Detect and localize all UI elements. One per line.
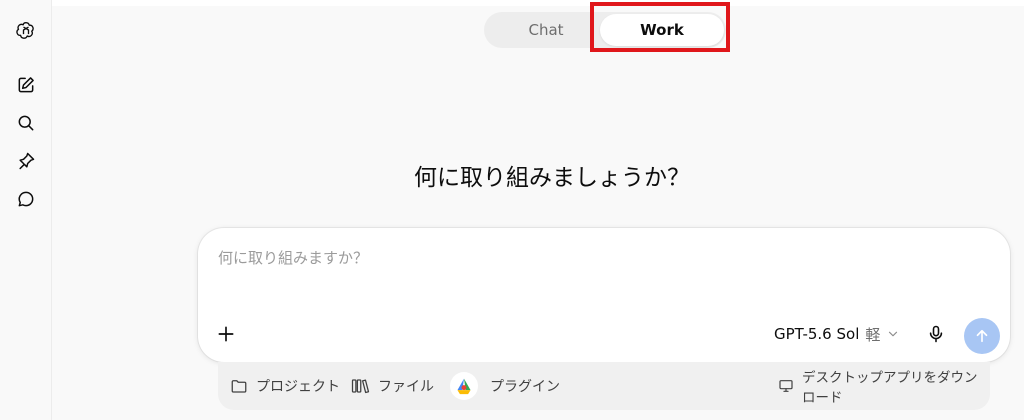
arrow-up-icon [976, 329, 988, 343]
composer: GPT-5.6 Sol 軽 [198, 228, 1010, 362]
model-selector[interactable]: GPT-5.6 Sol 軽 [774, 322, 900, 346]
mode-toggle: Chat Work [484, 12, 726, 48]
top-strip [52, 0, 1024, 6]
page-title: 何に取り組みましょうか？ [414, 165, 690, 191]
folder-icon [231, 380, 247, 393]
chevron-down-icon [889, 331, 898, 337]
file-label: ファイル [378, 379, 434, 395]
monitor-icon [779, 380, 793, 392]
new-chat-icon[interactable] [13, 72, 39, 98]
model-suffix: 軽 [865, 325, 881, 344]
plugin-label: プラグイン [490, 379, 560, 395]
download-label: デスクトップアプリをダウンロード [802, 370, 978, 406]
send-button[interactable] [964, 318, 1000, 354]
main-area: Chat Work 何に取り組みましょうか？ GPT-5.6 Sol 軽 [52, 0, 1024, 420]
add-attachment-button[interactable] [214, 322, 238, 346]
download-desktop-app-button[interactable]: デスクトップアプリをダウンロード [778, 362, 990, 410]
tab-chat[interactable]: Chat [486, 14, 606, 46]
logo-icon[interactable] [13, 17, 39, 43]
plugin-button[interactable]: プラグイン [450, 362, 560, 410]
search-icon[interactable] [13, 110, 39, 136]
microphone-icon [929, 325, 943, 343]
project-label: プロジェクト [256, 379, 340, 395]
prompt-input[interactable] [218, 246, 918, 270]
composer-bottom-bar: プロジェクト ファイル プラグイン デスクトップアプリをダウンロード [218, 362, 990, 410]
voice-input-button[interactable] [924, 322, 948, 346]
model-label: GPT-5.6 Sol [774, 325, 860, 343]
library-icon [351, 379, 370, 394]
plus-icon [218, 326, 234, 342]
sidebar [0, 0, 52, 420]
file-button[interactable]: ファイル [350, 362, 434, 410]
tab-work[interactable]: Work [600, 14, 724, 46]
project-button[interactable]: プロジェクト [230, 362, 340, 410]
plugin-icon [450, 372, 478, 400]
